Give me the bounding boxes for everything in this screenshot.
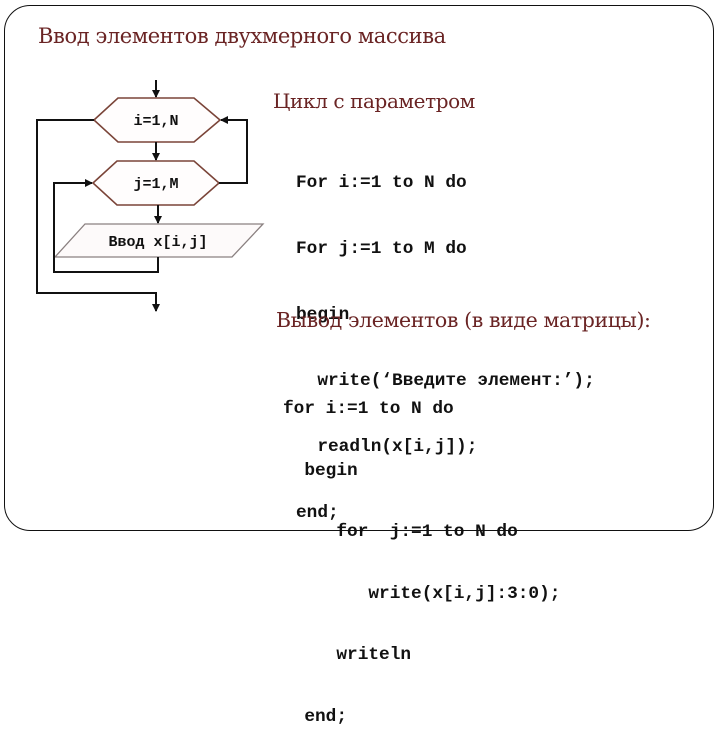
output-section-heading: Вывод элементов (в виде матрицы): [276,308,651,332]
inner-loop-label: j=1,M [133,176,178,193]
code-line: begin [283,460,358,481]
code-line: write(x[i,j]:3:0); [283,583,561,604]
code-line: For j:=1 to M do [296,239,467,259]
code-line: For i:=1 to N do [296,173,467,193]
code-line: for j:=1 to N do [283,522,518,543]
code-line: end; [283,706,348,727]
outer-loop-return-line [219,116,248,184]
code-line: for i:=1 to N do [283,399,454,419]
code-line: writeln [283,645,412,666]
input-label: Ввод x[i,j] [108,234,207,251]
output-code-block: for i:=1 to N do begin for j:=1 to N do … [283,359,560,749]
loop-section-heading: Цикл с параметром [273,89,475,113]
outer-loop-label: i=1,N [133,113,178,130]
